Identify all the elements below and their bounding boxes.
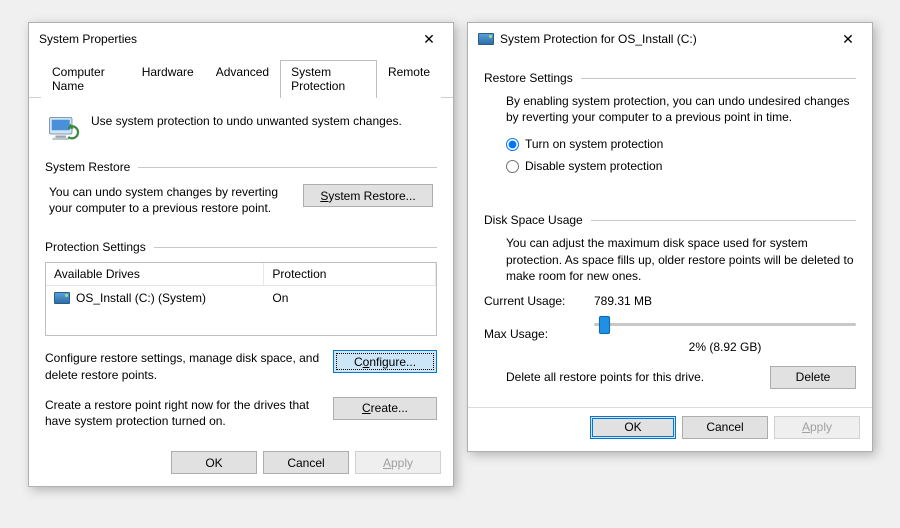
create-button[interactable]: Create... [333, 397, 437, 420]
drive-icon [478, 31, 494, 47]
configure-button[interactable]: Configure... [333, 350, 437, 373]
dialog-footer: OK Cancel Apply [29, 443, 453, 486]
cancel-button[interactable]: Cancel [263, 451, 349, 474]
titlebar: System Protection for OS_Install (C:) ✕ [468, 23, 872, 53]
slider-thumb[interactable] [599, 316, 610, 334]
max-usage-caption: 2% (8.92 GB) [594, 340, 856, 354]
system-protection-drive-dialog: System Protection for OS_Install (C:) ✕ … [467, 22, 873, 452]
radio-turn-on[interactable]: Turn on system protection [506, 137, 856, 151]
system-protection-icon [45, 110, 81, 146]
ok-button[interactable]: OK [590, 416, 676, 439]
system-restore-description: You can undo system changes by reverting… [49, 184, 303, 216]
ok-button[interactable]: OK [171, 451, 257, 474]
configure-description: Configure restore settings, manage disk … [45, 350, 333, 382]
close-icon[interactable]: ✕ [832, 29, 864, 49]
table-row[interactable]: OS_Install (C:) (System) On [46, 286, 436, 310]
system-properties-dialog: System Properties ✕ Computer Name Hardwa… [28, 22, 454, 487]
group-restore-settings-label: Restore Settings [484, 71, 573, 85]
drive-icon [54, 292, 70, 304]
create-description: Create a restore point right now for the… [45, 397, 333, 429]
apply-button[interactable]: Apply [774, 416, 860, 439]
tab-hardware[interactable]: Hardware [131, 60, 205, 98]
current-usage-label: Current Usage: [484, 294, 594, 308]
cancel-button[interactable]: Cancel [682, 416, 768, 439]
current-usage-value: 789.31 MB [594, 294, 652, 308]
apply-button[interactable]: Apply [355, 451, 441, 474]
radio-disable[interactable]: Disable system protection [506, 159, 856, 173]
max-usage-slider[interactable] [594, 314, 856, 336]
disk-space-intro: You can adjust the maximum disk space us… [506, 235, 856, 284]
titlebar: System Properties ✕ [29, 23, 453, 53]
column-header-drives[interactable]: Available Drives [46, 263, 264, 285]
dialog-body: Restore Settings By enabling system prot… [468, 53, 872, 397]
tabstrip: Computer Name Hardware Advanced System P… [29, 55, 453, 98]
radio-disable-input[interactable] [506, 160, 519, 173]
max-usage-label: Max Usage: [484, 327, 594, 341]
group-disk-space-label: Disk Space Usage [484, 213, 583, 227]
radio-turn-on-label: Turn on system protection [525, 137, 663, 151]
drives-list[interactable]: Available Drives Protection OS_Install (… [45, 262, 437, 336]
radio-turn-on-input[interactable] [506, 138, 519, 151]
system-restore-button[interactable]: System Restore... [303, 184, 433, 207]
tab-system-protection[interactable]: System Protection [280, 60, 377, 98]
drive-protection-status: On [264, 289, 436, 307]
dialog-footer: OK Cancel Apply [468, 408, 872, 451]
window-title: System Properties [39, 32, 413, 46]
close-icon[interactable]: ✕ [413, 29, 445, 49]
tab-remote[interactable]: Remote [377, 60, 441, 98]
group-system-restore-label: System Restore [45, 160, 130, 174]
drive-name: OS_Install (C:) (System) [76, 291, 206, 305]
restore-settings-intro: By enabling system protection, you can u… [506, 93, 856, 125]
column-header-protection[interactable]: Protection [264, 263, 436, 285]
group-protection-settings-label: Protection Settings [45, 240, 146, 254]
radio-disable-label: Disable system protection [525, 159, 662, 173]
delete-button[interactable]: Delete [770, 366, 856, 389]
tab-advanced[interactable]: Advanced [205, 60, 280, 98]
window-title: System Protection for OS_Install (C:) [500, 32, 832, 46]
intro-text: Use system protection to undo unwanted s… [91, 110, 402, 128]
tab-computer-name[interactable]: Computer Name [41, 60, 131, 98]
tab-panel: Use system protection to undo unwanted s… [29, 98, 453, 443]
delete-description: Delete all restore points for this drive… [506, 370, 770, 384]
